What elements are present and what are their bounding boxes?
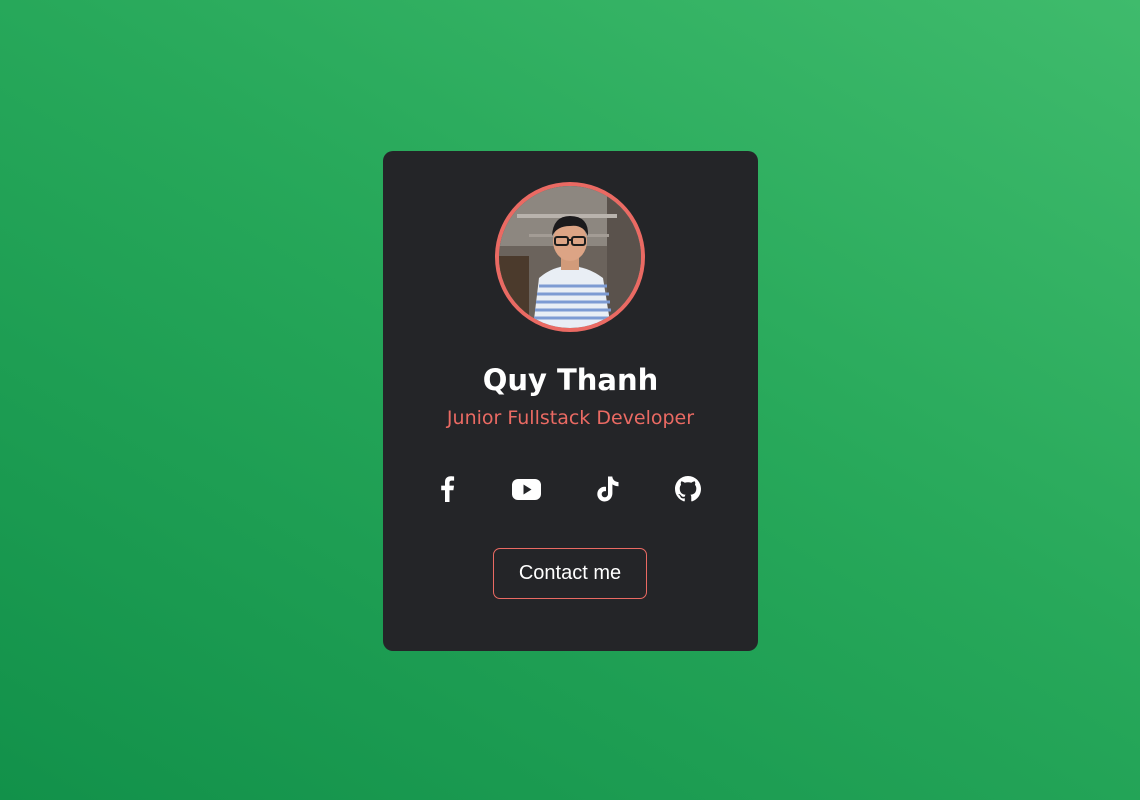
tiktok-icon	[597, 476, 619, 502]
youtube-icon	[511, 478, 541, 500]
profile-role: Junior Fullstack Developer	[446, 407, 695, 429]
contact-button[interactable]: Contact me	[493, 548, 647, 599]
avatar	[495, 182, 645, 332]
youtube-link[interactable]	[508, 473, 544, 505]
tiktok-link[interactable]	[590, 473, 626, 505]
github-link[interactable]	[670, 473, 706, 505]
facebook-link[interactable]	[429, 473, 465, 505]
facebook-icon	[441, 476, 455, 502]
profile-name: Quy Thanh	[482, 363, 659, 397]
profile-card: Quy Thanh Junior Fullstack Developer Con…	[383, 151, 758, 651]
github-icon	[675, 476, 701, 502]
